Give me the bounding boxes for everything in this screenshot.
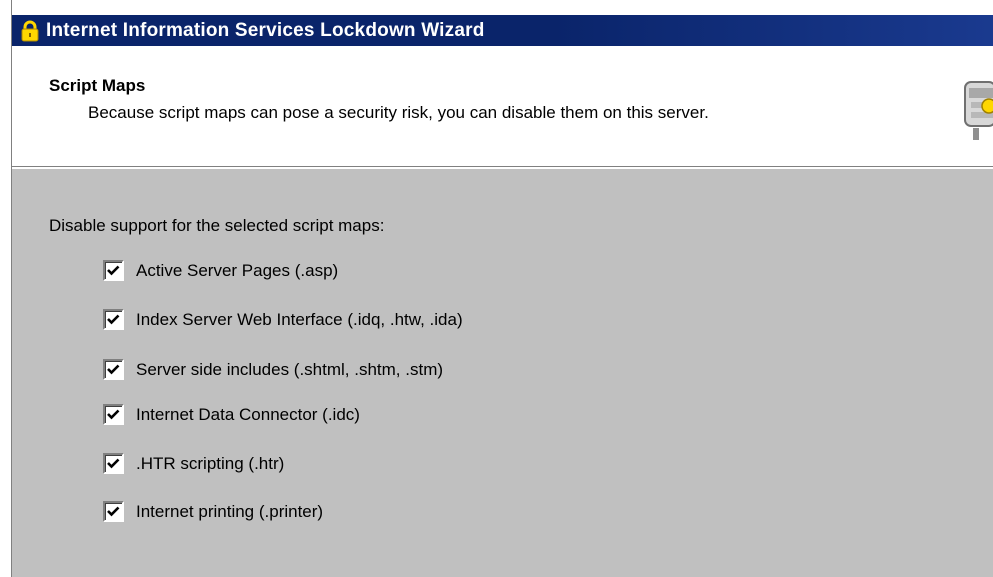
wizard-window: Internet Information Services Lockdown W… [0,0,993,577]
keys-icon [959,72,993,144]
option-ssi[interactable]: Server side includes (.shtml, .shtm, .st… [103,359,443,380]
option-label: Internet printing (.printer) [136,501,324,521]
idc-checkbox[interactable] [103,404,124,425]
title-bar[interactable]: Internet Information Services Lockdown W… [12,15,993,46]
asp-checkbox[interactable] [103,260,124,281]
option-index-server[interactable]: Index Server Web Interface (.idq, .htw, … [103,309,463,330]
index-server-checkbox[interactable] [103,309,124,330]
option-label: Server side includes (.shtml, .shtm, .st… [136,359,444,379]
option-label: Index Server Web Interface (.idq, .htw, … [136,309,463,329]
left-edge [2,0,12,577]
lock-icon [20,20,40,42]
htr-checkbox[interactable] [103,453,124,474]
printer-checkbox[interactable] [103,501,124,522]
instruction-label: Disable support for the selected script … [49,216,385,235]
ssi-checkbox[interactable] [103,359,124,380]
option-printer[interactable]: Internet printing (.printer) [103,501,323,522]
option-idc[interactable]: Internet Data Connector (.idc) [103,404,360,425]
option-label: .HTR scripting (.htr) [136,453,285,473]
page-title: Script Maps [49,76,146,95]
option-label: Internet Data Connector (.idc) [136,404,360,424]
window-title: Internet Information Services Lockdown W… [46,19,485,41]
option-htr[interactable]: .HTR scripting (.htr) [103,453,284,474]
wizard-header: Script Maps Because script maps can pose… [12,46,993,169]
wizard-content: Disable support for the selected script … [12,170,993,577]
option-asp[interactable]: Active Server Pages (.asp) [103,260,338,281]
option-label: Active Server Pages (.asp) [136,260,339,280]
page-subtitle: Because script maps can pose a security … [88,103,709,122]
top-strip [2,0,993,15]
